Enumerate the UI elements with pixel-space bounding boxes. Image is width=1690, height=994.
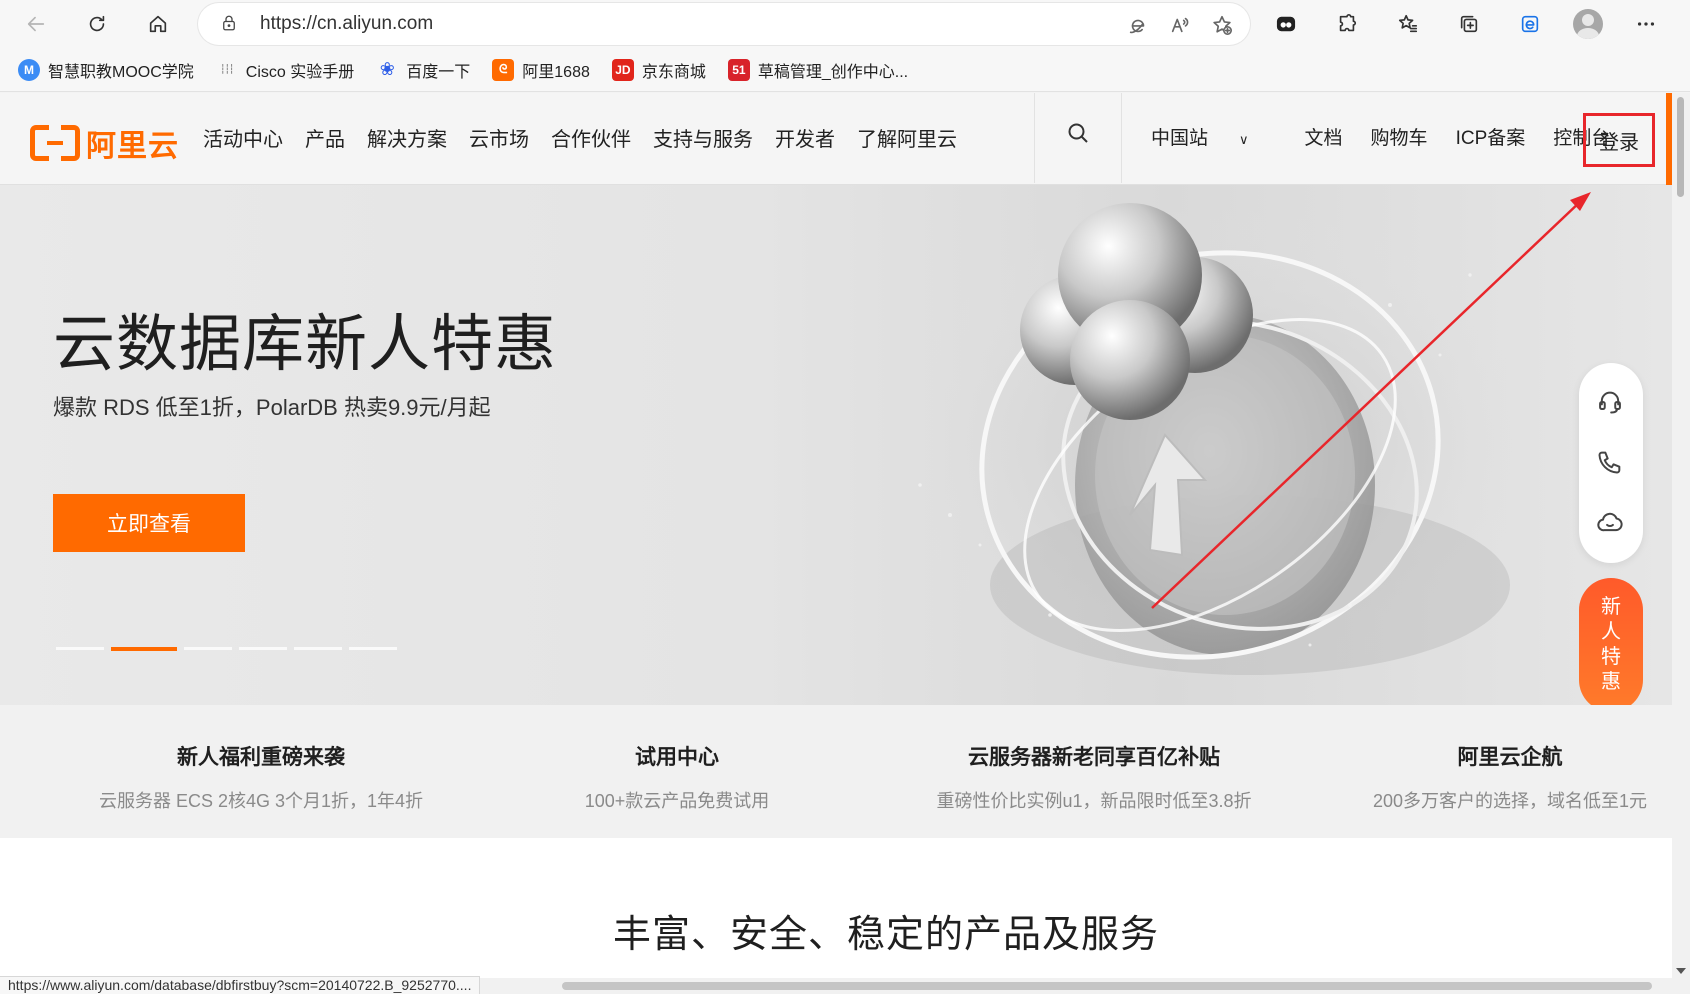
headset-icon: [1599, 391, 1621, 414]
carousel-indicators: [56, 647, 397, 651]
carousel-dot[interactable]: [184, 647, 232, 650]
profile-avatar[interactable]: [1573, 9, 1603, 39]
address-bar[interactable]: https://cn.aliyun.com: [198, 3, 1250, 45]
bookmark-baidu[interactable]: ❀ 百度一下: [376, 58, 471, 82]
right-nav: 中国站 ∨ 文档 购物车 ICP备案 控制台: [1151, 123, 1638, 150]
section-title: 丰富、安全、稳定的产品及服务: [612, 914, 1159, 956]
hero-artwork: [890, 203, 1550, 685]
site-header: 阿里云 活动中心 产品 解决方案 云市场 合作伙伴 支持与服务 开发者 了解阿里…: [0, 93, 1690, 185]
carousel-dot[interactable]: [294, 647, 342, 650]
nav-about[interactable]: 了解阿里云: [857, 123, 957, 152]
chevron-down-icon: ∨: [1239, 132, 1249, 147]
hero-cta-button[interactable]: 立即查看: [53, 494, 245, 552]
favorites-list-icon: [1398, 14, 1418, 33]
home-icon: [149, 15, 167, 33]
ie-mode-icon: [1129, 19, 1145, 34]
feature-enterprise[interactable]: 阿里云企航 200多万客户的选择，域名低至1元: [1373, 741, 1647, 813]
url-text[interactable]: https://cn.aliyun.com: [260, 13, 433, 35]
status-url-tooltip: https://www.aliyun.com/database/dbfirstb…: [0, 976, 481, 994]
nav-docs[interactable]: 文档: [1305, 123, 1343, 150]
bookmark-51cto[interactable]: 51 草稿管理_创作中心...: [727, 58, 908, 82]
vertical-scrollbar[interactable]: [1672, 93, 1690, 978]
login-button[interactable]: 登录: [1583, 113, 1655, 167]
search-icon: [1068, 123, 1088, 143]
aliyun-logo-icon: [30, 124, 80, 164]
browser-toolbar: https://cn.aliyun.com: [0, 0, 1690, 48]
bookmark-jd[interactable]: JD 京东商城: [611, 58, 706, 82]
refresh-button[interactable]: [79, 6, 115, 42]
home-button[interactable]: [140, 6, 176, 42]
lock-icon: [220, 14, 240, 34]
ie-mode-button[interactable]: [1124, 11, 1152, 39]
feature-trial-center[interactable]: 试用中心 100+款云产品免费试用: [585, 741, 770, 813]
nav-partners[interactable]: 合作伙伴: [551, 123, 631, 152]
jd-icon: JD: [611, 58, 634, 81]
phone-button[interactable]: [1596, 448, 1626, 478]
mooc-icon: M: [18, 58, 40, 81]
nav-support[interactable]: 支持与服务: [653, 123, 753, 152]
feature-server-subsidy[interactable]: 云服务器新老同享百亿补贴 重磅性价比实例u1，新品限时低至3.8折: [936, 741, 1251, 813]
collections-icon: [1460, 15, 1478, 33]
nav-solutions[interactable]: 解决方案: [367, 123, 447, 152]
nav-products[interactable]: 产品: [305, 123, 345, 152]
main-nav: 活动中心 产品 解决方案 云市场 合作伙伴 支持与服务 开发者 了解阿里云: [203, 123, 979, 152]
edge-essentials-icon: [1521, 15, 1539, 33]
carousel-dot-active[interactable]: [111, 647, 177, 651]
add-favorite-button[interactable]: [1208, 11, 1236, 39]
carousel-dot[interactable]: [349, 647, 397, 650]
baidu-paw-icon: ❀: [379, 59, 395, 79]
scrollbar-thumb[interactable]: [1677, 97, 1684, 197]
extensions-menu-button[interactable]: [1329, 6, 1365, 42]
header-divider: [1034, 93, 1035, 183]
aliyun-logo[interactable]: 阿里云: [30, 121, 179, 165]
bookmark-mooc[interactable]: M 智慧职教MOOC学院: [18, 58, 194, 82]
carousel-dot[interactable]: [56, 647, 104, 650]
nav-cart[interactable]: 购物车: [1371, 123, 1428, 150]
products-section: 丰富、安全、稳定的产品及服务: [0, 838, 1672, 978]
floating-toolbar: [1579, 363, 1643, 563]
refresh-icon: [89, 15, 105, 32]
bookmark-1688[interactable]: ᘓ 阿里1688: [492, 58, 590, 82]
hero-banner: 云数据库新人特惠 爆款 RDS 低至1折，PolarDB 热卖9.9元/月起 立…: [0, 185, 1672, 705]
scroll-down-arrow-icon[interactable]: [1676, 968, 1686, 974]
back-button[interactable]: [18, 6, 54, 42]
nav-region-selector[interactable]: 中国站 ∨: [1151, 123, 1277, 150]
puzzle-icon: [1339, 14, 1357, 32]
bookmark-cisco[interactable]: ┆┆┆ Cisco 实验手册: [216, 58, 354, 82]
cloud-face-icon: [1597, 512, 1623, 532]
read-aloud-icon: [1171, 17, 1189, 33]
nav-developers[interactable]: 开发者: [775, 123, 835, 152]
collections-button[interactable]: [1451, 6, 1487, 42]
extension-button[interactable]: [1268, 6, 1304, 42]
star-add-icon: [1213, 15, 1232, 35]
51cto-icon: 51: [727, 58, 750, 81]
nav-icp[interactable]: ICP备案: [1456, 123, 1526, 150]
cisco-icon: ┆┆┆: [220, 64, 234, 74]
scrollbar-thumb[interactable]: [562, 982, 1652, 990]
customer-service-button[interactable]: [1596, 388, 1626, 418]
nav-marketplace[interactable]: 云市场: [469, 123, 529, 152]
favorites-button[interactable]: [1390, 6, 1426, 42]
carousel-dot[interactable]: [239, 647, 287, 650]
feature-newcomer[interactable]: 新人福利重磅来袭 云服务器 ECS 2核4G 3个月1折，1年4折: [99, 741, 423, 813]
site-search-button[interactable]: [1066, 121, 1096, 151]
read-aloud-button[interactable]: [1166, 11, 1194, 39]
newcomer-promo-button[interactable]: 新 人 特 惠: [1579, 578, 1643, 712]
alibaba-1688-icon: ᘓ: [492, 58, 515, 81]
hero-title: 云数据库新人特惠: [53, 310, 558, 379]
nav-activity-center[interactable]: 活动中心: [203, 123, 283, 152]
more-menu-button[interactable]: [1628, 6, 1664, 42]
bookmarks-bar: M 智慧职教MOOC学院 ┆┆┆ Cisco 实验手册 ❀ 百度一下 ᘓ 阿里1…: [0, 48, 1690, 92]
header-divider: [1121, 93, 1122, 183]
hero-subtitle: 爆款 RDS 低至1折，PolarDB 热卖9.9元/月起: [53, 395, 491, 420]
more-dots-icon: [1637, 22, 1655, 26]
mask-extension-icon: [1276, 16, 1296, 32]
browser-essentials-button[interactable]: [1512, 6, 1548, 42]
cloud-assistant-button[interactable]: [1596, 508, 1626, 538]
feature-row: 新人福利重磅来袭 云服务器 ECS 2核4G 3个月1折，1年4折 试用中心 1…: [0, 705, 1672, 838]
arrow-left-icon: [27, 16, 45, 32]
phone-icon: [1598, 451, 1621, 474]
